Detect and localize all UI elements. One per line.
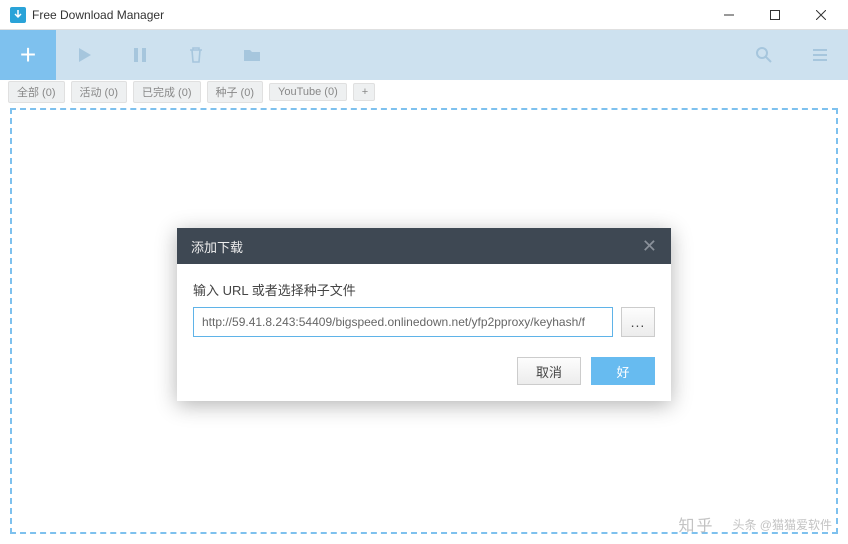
modal-overlay: 添加下载 ✕ 输入 URL 或者选择种子文件 ... 取消 好: [0, 0, 848, 544]
add-download-dialog: 添加下载 ✕ 输入 URL 或者选择种子文件 ... 取消 好: [177, 228, 671, 401]
cancel-button[interactable]: 取消: [517, 357, 581, 385]
zhihu-watermark: 知乎: [678, 512, 714, 536]
dialog-title: 添加下载: [191, 237, 243, 256]
url-label: 输入 URL 或者选择种子文件: [193, 280, 655, 299]
url-input[interactable]: [193, 307, 613, 337]
dialog-header: 添加下载 ✕: [177, 228, 671, 264]
watermarks: 知乎 头条 @猫猫爱软件: [678, 512, 832, 536]
toutiao-watermark: 头条 @猫猫爱软件: [732, 516, 832, 533]
browse-button[interactable]: ...: [621, 307, 655, 337]
ok-button[interactable]: 好: [591, 357, 655, 385]
dialog-close-icon[interactable]: ✕: [642, 236, 657, 257]
